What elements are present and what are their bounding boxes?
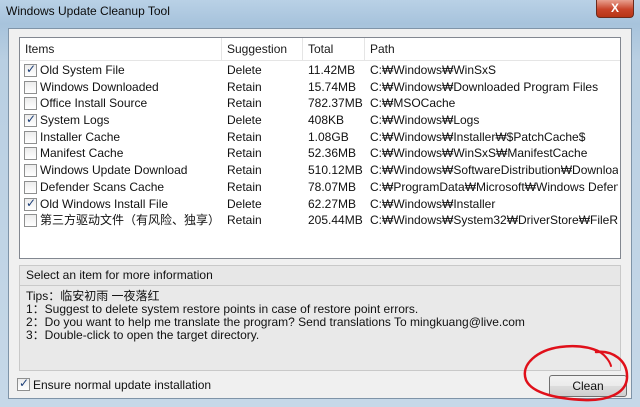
list-rows: Old System File Delete 11.42MB C:₩Windows₩W… <box>20 62 620 229</box>
row-checkbox[interactable] <box>24 62 37 77</box>
cell-total: 510.12MB <box>308 163 363 178</box>
table-row[interactable]: Windows Downloaded Retain 15.74MB C:₩Window… <box>20 79 620 96</box>
info-panel: Tips：临安初雨 一夜落红 1：Suggest to delete syste… <box>19 285 621 371</box>
row-checkbox[interactable] <box>24 97 37 111</box>
cell-total: 78.07MB <box>308 179 357 194</box>
clean-button[interactable]: Clean <box>549 375 627 397</box>
cell-path: C:₩Windows₩Installer₩$PatchCache$ <box>370 129 586 144</box>
column-header-items[interactable]: Items <box>20 38 222 61</box>
row-checkbox[interactable] <box>24 180 37 194</box>
cell-path: C:₩Windows₩WinSxS₩ManifestCache <box>370 146 588 161</box>
table-row[interactable]: Old Windows Install File Delete 62.27MB C:₩… <box>20 196 620 213</box>
table-row[interactable]: Manifest Cache Retain 52.36MB C:₩Windows₩Wi… <box>20 145 620 162</box>
cell-suggestion: Retain <box>227 163 262 178</box>
table-row[interactable]: Defender Scans Cache Retain 78.07MB C:₩Prog… <box>20 179 620 196</box>
title-bar[interactable]: Windows Update Cleanup Tool X <box>0 0 640 24</box>
cell-item: 第三方驱动文件（有风险、独享） <box>40 213 220 228</box>
close-button[interactable]: X <box>596 0 634 18</box>
cell-suggestion: Delete <box>227 113 262 128</box>
row-checkbox[interactable] <box>24 80 37 94</box>
cell-total: 205.44MB <box>308 213 363 228</box>
row-checkbox[interactable] <box>24 196 37 211</box>
cell-path: C:₩Windows₩Downloaded Program Files <box>370 79 599 94</box>
cell-suggestion: Retain <box>227 79 262 94</box>
row-checkbox[interactable] <box>24 130 37 144</box>
column-header-suggestion[interactable]: Suggestion <box>222 38 303 61</box>
table-row[interactable]: Windows Update Download Retain 510.12MB C:₩… <box>20 162 620 179</box>
column-header-total[interactable]: Total <box>303 38 365 61</box>
cell-item: System Logs <box>40 113 110 128</box>
cell-path: C:₩ProgramData₩Microsoft₩Windows Defen..… <box>370 179 618 194</box>
cell-item: Office Install Source <box>40 96 148 111</box>
table-row[interactable]: Installer Cache Retain 1.08GB C:₩Windows₩In… <box>20 129 620 146</box>
list-header: Items Suggestion Total Path <box>20 38 620 61</box>
info-header: Select an item for more information <box>19 265 621 285</box>
column-header-path[interactable]: Path <box>365 38 620 61</box>
cell-suggestion: Retain <box>227 129 262 144</box>
table-row[interactable]: 第三方驱动文件（有风险、独享） Retain 205.44MB C:₩Windows₩… <box>20 212 620 229</box>
cell-item: Installer Cache <box>40 129 121 144</box>
cell-path: C:₩Windows₩Logs <box>370 113 480 128</box>
cell-path: C:₩Windows₩System32₩DriverStore₩FileRe..… <box>370 213 618 228</box>
cell-item: Defender Scans Cache <box>40 179 165 194</box>
ensure-checkbox[interactable] <box>17 376 30 391</box>
cell-suggestion: Delete <box>227 196 262 211</box>
cell-item: Manifest Cache <box>40 146 124 161</box>
row-checkbox[interactable] <box>24 112 37 128</box>
close-icon: X <box>610 1 619 15</box>
cell-path: C:₩Windows₩Installer <box>370 196 496 211</box>
ensure-label[interactable]: Ensure normal update installation <box>33 378 211 392</box>
cell-item: Old System File <box>40 63 125 77</box>
table-row[interactable]: Old System File Delete 11.42MB C:₩Windows₩W… <box>20 62 620 79</box>
table-row[interactable]: Office Install Source Retain 782.37MB C:₩MS… <box>20 95 620 112</box>
cell-item: Windows Downloaded <box>40 79 159 94</box>
cell-total: 15.74MB <box>308 79 357 94</box>
cell-path: C:₩MSOCache <box>370 96 456 111</box>
row-checkbox[interactable] <box>24 214 37 228</box>
window-title: Windows Update Cleanup Tool <box>6 4 170 18</box>
cell-total: 408KB <box>308 113 345 128</box>
cell-total: 782.37MB <box>308 96 363 111</box>
items-list[interactable]: Items Suggestion Total Path Old System F… <box>19 37 621 259</box>
cell-total: 52.36MB <box>308 146 357 161</box>
cell-path: C:₩Windows₩WinSxS <box>370 63 497 77</box>
app-window: Windows Update Cleanup Tool X Items Sugg… <box>0 0 640 407</box>
client-area: Items Suggestion Total Path Old System F… <box>8 28 632 399</box>
cell-suggestion: Retain <box>227 96 262 111</box>
table-row[interactable]: System Logs Delete 408KB C:₩Windows₩Logs <box>20 112 620 129</box>
cell-item: Windows Update Download <box>40 163 188 178</box>
cell-suggestion: Delete <box>227 63 262 77</box>
cell-path: C:₩Windows₩SoftwareDistribution₩Download <box>370 163 618 178</box>
row-checkbox[interactable] <box>24 147 37 161</box>
cell-suggestion: Retain <box>227 179 262 194</box>
row-checkbox[interactable] <box>24 164 37 178</box>
cell-total: 62.27MB <box>308 196 357 211</box>
cell-suggestion: Retain <box>227 213 262 228</box>
cell-total: 11.42MB <box>308 63 356 77</box>
cell-item: Old Windows Install File <box>40 196 169 211</box>
cell-suggestion: Retain <box>227 146 262 161</box>
info-line-3: 3：Double-click to open the target direct… <box>26 328 260 342</box>
cell-total: 1.08GB <box>308 129 349 144</box>
